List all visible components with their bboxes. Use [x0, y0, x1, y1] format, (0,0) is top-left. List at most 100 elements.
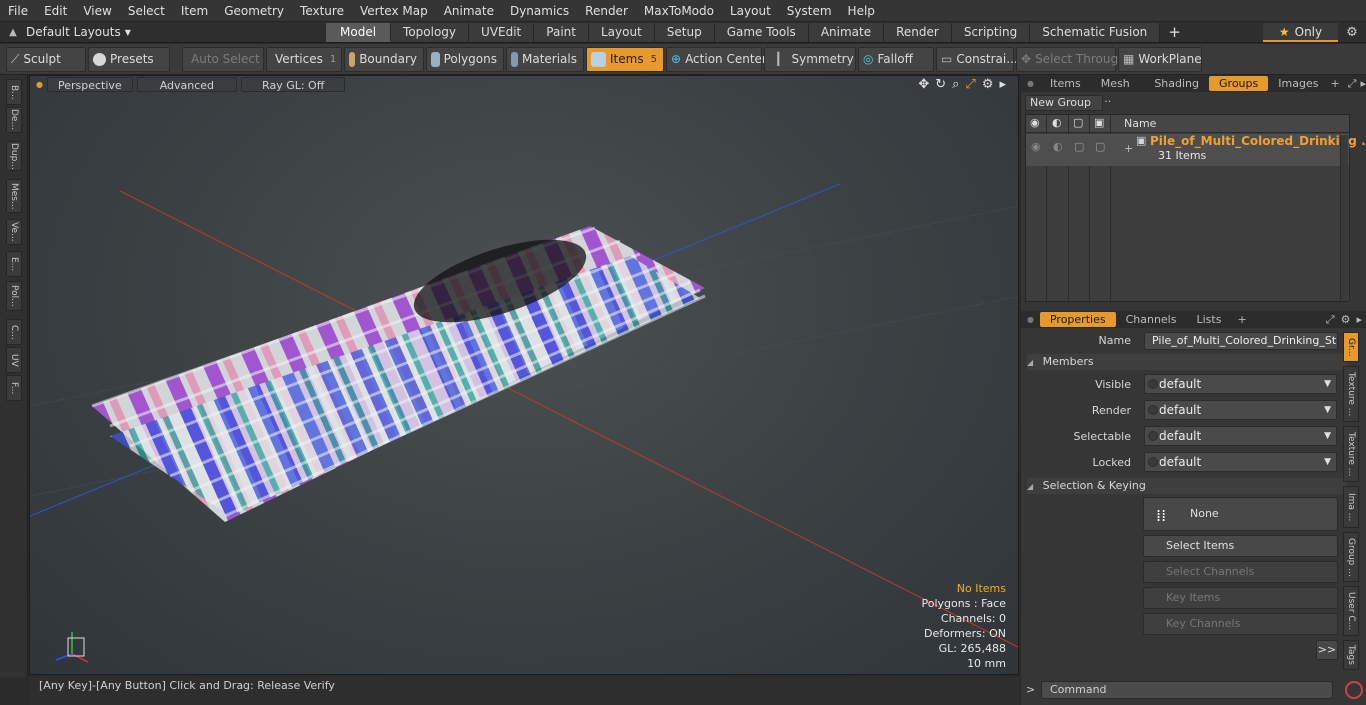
tab-items[interactable]: Items [1040, 76, 1091, 91]
side-tab-texture-1[interactable]: Texture ... [1343, 366, 1359, 422]
more-button[interactable]: >> [1316, 640, 1338, 660]
symmetry-button[interactable]: ▕▏ Symmetry [764, 46, 856, 72]
select-icon[interactable]: ▣ [1094, 116, 1104, 129]
left-tab-curve[interactable]: C... [6, 319, 22, 345]
workplane-button[interactable]: ▦ WorkPlane [1118, 46, 1202, 72]
record-icon[interactable] [1345, 681, 1363, 699]
action-center-button[interactable]: ⊕ Action Center [666, 46, 767, 72]
viewport-scene[interactable] [30, 76, 1019, 675]
only-toggle[interactable]: ★ Only [1263, 22, 1338, 42]
tab-scripting[interactable]: Scripting [951, 22, 1031, 42]
add-tab-icon[interactable]: + [1160, 23, 1189, 41]
tab-lists[interactable]: Lists [1186, 312, 1231, 327]
side-tab-texture-2[interactable]: Texture ... [1343, 426, 1359, 482]
raygl-button[interactable]: Ray GL: Off [241, 77, 346, 92]
none-selection-button[interactable]: ⁞⁞ None [1143, 497, 1338, 531]
default-layouts-dropdown[interactable]: Default Layouts ▼ [26, 25, 326, 39]
selectable-select[interactable]: default ▼ [1144, 426, 1337, 446]
rotate-view-icon[interactable]: ↻ [935, 77, 946, 92]
new-group-button[interactable]: New Group [1025, 95, 1103, 111]
members-section[interactable]: ◢ Members [1027, 354, 1347, 370]
name-column-header[interactable]: Name [1124, 117, 1156, 130]
tab-channels[interactable]: Channels [1116, 312, 1187, 327]
menu-edit[interactable]: Edit [36, 0, 75, 22]
move-view-icon[interactable]: ✥ [918, 77, 929, 92]
visibility-eye-icon[interactable]: ◉ [1030, 116, 1040, 129]
left-tab-uv[interactable]: UV [6, 347, 22, 373]
side-tab-group-2[interactable]: Group ... [1343, 532, 1359, 582]
boundary-button[interactable]: Boundary [344, 46, 424, 72]
left-tab-edge[interactable]: E... [6, 251, 22, 277]
menu-animate[interactable]: Animate [436, 0, 502, 22]
tab-schematic-fusion[interactable]: Schematic Fusion [1030, 22, 1161, 42]
select-through-button[interactable]: ✥ Select Through [1016, 46, 1126, 72]
tab-uvedit[interactable]: UVEdit [469, 22, 535, 42]
key-channels-button[interactable]: Key Channels [1143, 613, 1338, 635]
locked-select[interactable]: default ▼ [1144, 452, 1337, 472]
tab-shading[interactable]: Shading [1144, 76, 1209, 91]
name-field[interactable]: Pile_of_Multi_Colored_Drinking_Straw [1144, 332, 1338, 350]
row-lock-icon[interactable]: ▢ [1074, 140, 1084, 153]
visible-select[interactable]: default ▼ [1144, 374, 1337, 394]
3d-viewport[interactable]: ● Perspective Advanced Ray GL: Off ✥ ↻ ⌕… [29, 75, 1019, 675]
tab-paint[interactable]: Paint [534, 22, 589, 42]
left-tab-duplicate[interactable]: Dup... [6, 141, 22, 171]
select-channels-button[interactable]: Select Channels [1143, 561, 1338, 583]
menu-maxtomodo[interactable]: MaxToModo [636, 0, 722, 22]
row-visibility-icon[interactable]: ◉ [1031, 140, 1041, 153]
side-tab-tags[interactable]: Tags [1343, 640, 1359, 670]
perspective-button[interactable]: Perspective [46, 77, 133, 92]
props-gear-icon[interactable]: ⚙ [1341, 313, 1351, 326]
polygons-button[interactable]: Polygons [426, 46, 504, 72]
render-icon[interactable]: ◐ [1052, 116, 1062, 129]
menu-file[interactable]: File [0, 0, 36, 22]
materials-button[interactable]: Materials [506, 46, 584, 72]
items-button[interactable]: Items 5 [586, 46, 664, 72]
row-select-icon[interactable]: ▢ [1095, 140, 1105, 153]
layout-menu-icon[interactable]: ▲ [0, 27, 26, 38]
gear-icon[interactable]: ⚙ [1338, 25, 1366, 40]
constraints-button[interactable]: ▭ Constrai... [936, 46, 1018, 72]
left-tab-polygon[interactable]: Pol... [6, 281, 22, 311]
menu-system[interactable]: System [779, 0, 840, 22]
tab-game-tools[interactable]: Game Tools [714, 22, 809, 42]
command-input[interactable]: Command [1041, 681, 1333, 699]
menu-item[interactable]: Item [173, 0, 216, 22]
menu-texture[interactable]: Texture [292, 0, 352, 22]
groups-list-scrollbar[interactable] [1340, 135, 1348, 301]
side-tab-group[interactable]: Gr... [1343, 332, 1359, 362]
menu-view[interactable]: View [75, 0, 119, 22]
tab-topology[interactable]: Topology [391, 22, 470, 42]
tab-images[interactable]: Images [1268, 76, 1328, 91]
menu-render[interactable]: Render [577, 0, 636, 22]
selection-keying-section[interactable]: ◢ Selection & Keying [1027, 478, 1347, 494]
panel-arrow-icon[interactable]: ▸ [1360, 77, 1366, 90]
key-items-button[interactable]: Key Items [1143, 587, 1338, 609]
tab-groups[interactable]: Groups [1209, 76, 1269, 91]
viewport-gear-icon[interactable]: ⚙ [982, 77, 994, 92]
panel-expand-icon[interactable]: ⤢ [1348, 77, 1357, 91]
props-expand-icon[interactable]: ⤢ [1326, 313, 1335, 327]
tab-mesh[interactable]: Mesh ... [1091, 76, 1145, 105]
side-tab-image[interactable]: Ima ... [1343, 486, 1359, 528]
advanced-button[interactable]: Advanced [136, 77, 238, 92]
groups-list[interactable]: ◉ ◐ ▢ ▣ Name ◉ ◐ ▢ ▢ + ▣ Pile_of_Multi_C… [1025, 114, 1366, 302]
render-select[interactable]: default ▼ [1144, 400, 1337, 420]
select-items-button[interactable]: Select Items [1143, 535, 1338, 557]
left-tab-vertex[interactable]: Ve... [6, 219, 22, 245]
sculpt-button[interactable]: ⟋ Sculpt [6, 46, 86, 72]
lock-icon[interactable]: ▢ [1073, 116, 1083, 129]
menu-help[interactable]: Help [840, 0, 883, 22]
expand-plus-icon[interactable]: + [1124, 142, 1133, 155]
menu-select[interactable]: Select [120, 0, 173, 22]
group-row[interactable]: ◉ ◐ ▢ ▢ + ▣ Pile_of_Multi_Colored_Drinki… [1026, 134, 1366, 166]
zoom-view-icon[interactable]: ⌕ [952, 77, 959, 92]
menu-dynamics[interactable]: Dynamics [502, 0, 577, 22]
fit-view-icon[interactable]: ⤢ [965, 77, 975, 92]
menu-geometry[interactable]: Geometry [216, 0, 292, 22]
left-tab-fusion[interactable]: F... [6, 375, 22, 401]
tab-setup[interactable]: Setup [654, 22, 715, 42]
tab-render[interactable]: Render [884, 22, 952, 42]
menu-vertex-map[interactable]: Vertex Map [352, 0, 436, 22]
auto-select-button[interactable]: Auto Select [182, 46, 264, 72]
